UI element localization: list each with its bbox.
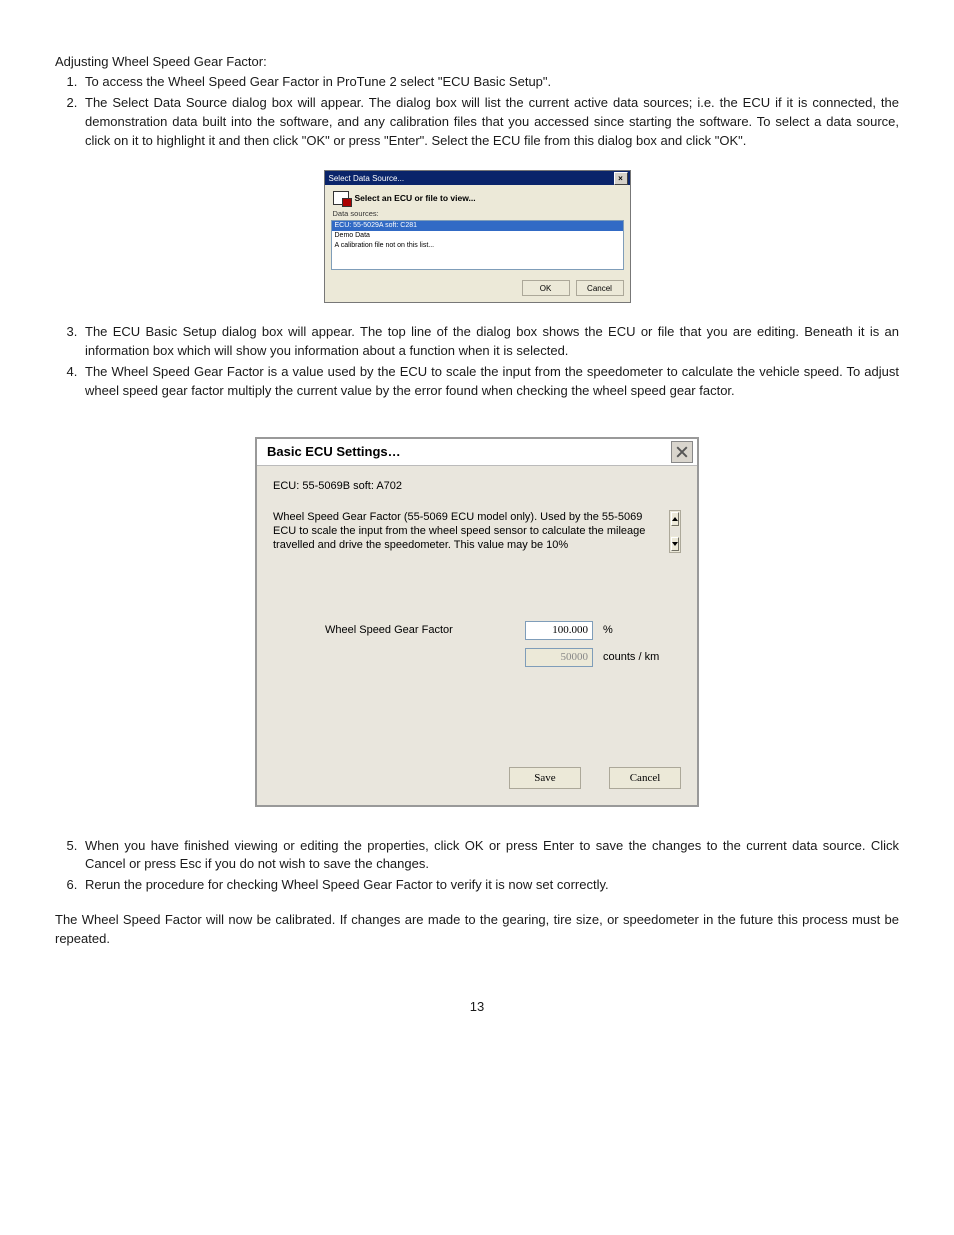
instructions-list-3: When you have finished viewing or editin… <box>55 837 899 898</box>
data-source-list[interactable]: ECU: 55-5029A soft: C281 Demo Data A cal… <box>331 220 624 270</box>
close-icon[interactable] <box>671 441 693 463</box>
instructions-list-2: The ECU Basic Setup dialog box will appe… <box>55 323 899 402</box>
cancel-button[interactable]: Cancel <box>576 280 624 296</box>
page-number: 13 <box>55 999 899 1014</box>
unit-percent: % <box>603 624 613 636</box>
dialog1-list-label: Data sources: <box>325 209 630 218</box>
unit-counts: counts / km <box>603 651 659 663</box>
save-button[interactable]: Save <box>509 767 581 789</box>
screen-icon <box>333 191 349 205</box>
description-box: Wheel Speed Gear Factor (55-5069 ECU mod… <box>273 510 681 553</box>
scroll-up-icon[interactable] <box>671 512 679 526</box>
ecu-identifier: ECU: 55-5069B soft: A702 <box>273 480 681 492</box>
basic-ecu-settings-dialog: Basic ECU Settings… ECU: 55-5069B soft: … <box>255 437 699 807</box>
description-text: Wheel Speed Gear Factor (55-5069 ECU mod… <box>273 510 665 553</box>
dialog1-header: Select an ECU or file to view... <box>325 185 630 209</box>
scrollbar[interactable] <box>669 510 681 553</box>
list-item[interactable]: A calibration file not on this list... <box>332 241 623 251</box>
scroll-track[interactable] <box>670 527 680 536</box>
step-5: When you have finished viewing or editin… <box>81 837 899 877</box>
step-4: The Wheel Speed Gear Factor is a value u… <box>81 363 899 403</box>
dialog2-title: Basic ECU Settings… <box>267 444 401 459</box>
closing-paragraph: The Wheel Speed Factor will now be calib… <box>55 911 899 949</box>
dialog1-prompt: Select an ECU or file to view... <box>355 193 476 203</box>
step-3: The ECU Basic Setup dialog box will appe… <box>81 323 899 363</box>
step-6: Rerun the procedure for checking Wheel S… <box>81 876 899 897</box>
section-heading: Adjusting Wheel Speed Gear Factor: <box>55 54 899 69</box>
select-data-source-dialog: Select Data Source... × Select an ECU or… <box>324 170 631 303</box>
step-1: To access the Wheel Speed Gear Factor in… <box>81 73 899 94</box>
list-item[interactable]: Demo Data <box>332 231 623 241</box>
gear-factor-percent-input[interactable] <box>525 621 593 640</box>
dialog1-title: Select Data Source... <box>329 174 405 183</box>
close-icon[interactable]: × <box>614 172 628 185</box>
cancel-button[interactable]: Cancel <box>609 767 681 789</box>
list-item[interactable]: ECU: 55-5029A soft: C281 <box>332 221 623 231</box>
gear-factor-counts-input <box>525 648 593 667</box>
dialog2-titlebar: Basic ECU Settings… <box>257 439 697 466</box>
dialog1-titlebar: Select Data Source... × <box>325 171 630 185</box>
ok-button[interactable]: OK <box>522 280 570 296</box>
instructions-list-1: To access the Wheel Speed Gear Factor in… <box>55 73 899 152</box>
gear-factor-label: Wheel Speed Gear Factor <box>273 624 525 636</box>
step-2: The Select Data Source dialog box will a… <box>81 94 899 153</box>
scroll-down-icon[interactable] <box>671 537 679 551</box>
